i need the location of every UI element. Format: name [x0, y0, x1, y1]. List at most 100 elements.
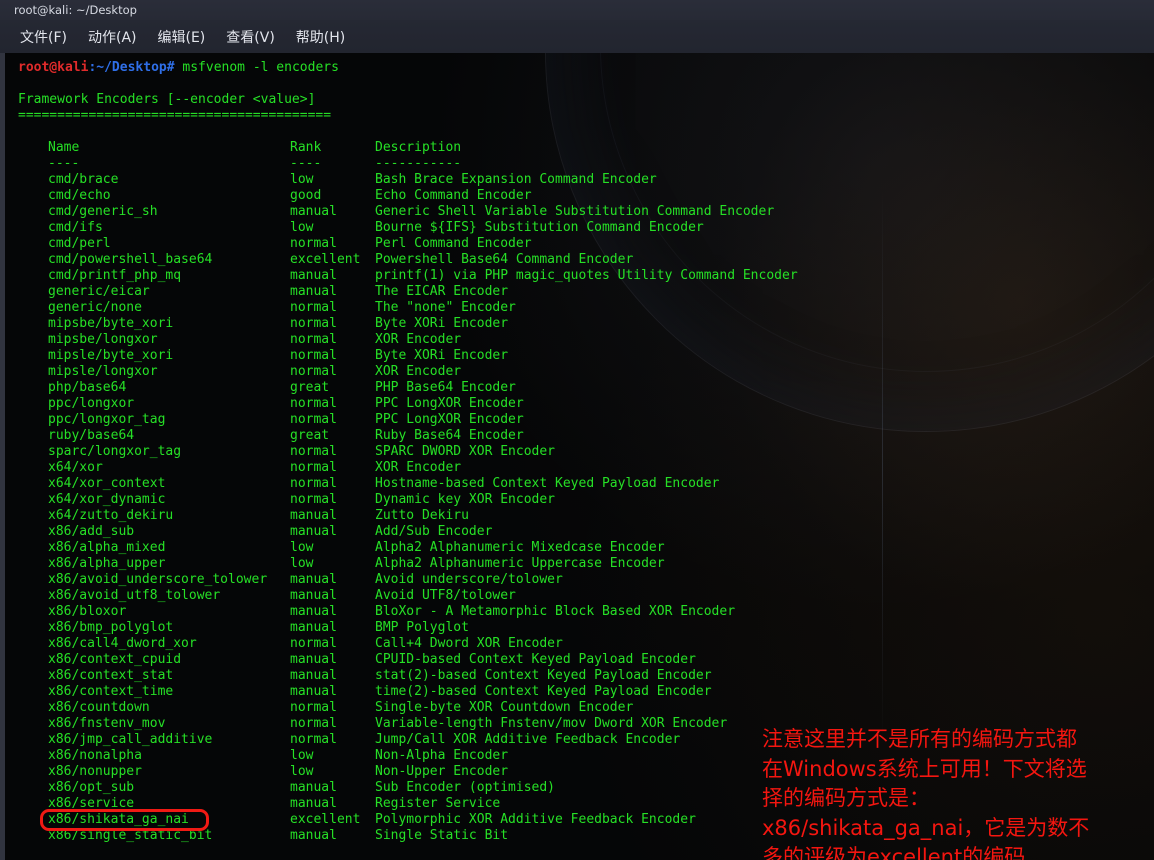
cell-description: Avoid underscore/tolower [375, 572, 563, 587]
cell-rank: normal [290, 716, 337, 731]
cell-rank: normal [290, 476, 337, 491]
menu-view[interactable]: 查看(V) [217, 25, 284, 49]
cell-rank: manual [290, 284, 337, 299]
cell-rank: normal [290, 348, 337, 363]
cell-rank: manual [290, 796, 337, 811]
cell-rank: normal [290, 332, 337, 347]
cell-name: generic/none [48, 300, 142, 315]
cell-name: sparc/longxor_tag [48, 444, 182, 459]
cell-rank: low [290, 220, 314, 235]
prompt-user-host: root@kali [18, 60, 89, 75]
cell-description: Powershell Base64 Command Encoder [375, 252, 634, 267]
cell-rank: manual [290, 620, 337, 635]
cell-rank: normal [290, 300, 337, 315]
cell-name: x86/context_time [48, 684, 174, 699]
annotation-line-3: 择的编码方式是： [762, 786, 930, 810]
cell-name: cmd/generic_sh [48, 204, 158, 219]
cell-description: stat(2)-based Context Keyed Payload Enco… [375, 668, 712, 683]
output-title-line: Framework Encoders [--encoder <value>] [18, 92, 315, 108]
cell-name: cmd/printf_php_mq [48, 268, 182, 283]
terminal-window: root@kali: ~/Desktop 文件(F) 动作(A) 编辑(E) 查看(V… [0, 0, 1154, 860]
cell-rank: manual [290, 684, 337, 699]
cell-name: x86/avoid_underscore_tolower [48, 572, 268, 587]
cell-name: x86/opt_sub [48, 780, 135, 795]
column-header-description: Description [375, 140, 462, 155]
cell-description: CPUID-based Context Keyed Payload Encode… [375, 652, 696, 667]
cell-name: x86/service [48, 796, 135, 811]
window-titlebar[interactable]: root@kali: ~/Desktop [0, 0, 1154, 20]
prompt-path: ~/Desktop [96, 60, 167, 75]
cell-name: x86/avoid_utf8_tolower [48, 588, 221, 603]
cell-name: mipsbe/longxor [48, 332, 158, 347]
cell-name: x86/countdown [48, 700, 150, 715]
cell-name: x86/context_stat [48, 668, 174, 683]
cell-rank: normal [290, 732, 337, 747]
cell-rank: manual [290, 780, 337, 795]
cell-name: cmd/echo [48, 188, 111, 203]
cell-rank: low [290, 172, 314, 187]
cell-name: x86/alpha_mixed [48, 540, 166, 555]
annotation-line-1: 注意这里并不是所有的编码方式都 [762, 727, 1077, 751]
cell-name: x86/alpha_upper [48, 556, 166, 571]
cell-rank: manual [290, 604, 337, 619]
cell-description: SPARC DWORD XOR Encoder [375, 444, 556, 459]
cell-rank: great [290, 380, 330, 395]
cell-description: BMP Polyglot [375, 620, 469, 635]
cell-rank: normal [290, 236, 337, 251]
cell-description: Single-byte XOR Countdown Encoder [375, 700, 634, 715]
annotation-line-2: 在Windows系统上可用！下文将选 [762, 756, 1087, 781]
cell-name: cmd/powershell_base64 [48, 252, 213, 267]
cell-rank: normal [290, 364, 337, 379]
cell-description: XOR Encoder [375, 364, 462, 379]
cell-rank: manual [290, 588, 337, 603]
cell-description: Variable-length Fnstenv/mov Dword XOR En… [375, 716, 728, 731]
prompt-line: root@kali:~/Desktop# msfvenom -l encoder… [18, 60, 339, 76]
cell-description: Byte XORi Encoder [375, 348, 509, 363]
terminal-body[interactable]: root@kali:~/Desktop# msfvenom -l encoder… [0, 53, 1154, 860]
prompt-symbol: # [166, 60, 183, 75]
cell-rank: normal [290, 444, 337, 459]
cell-name: x86/single_static_bit [48, 828, 213, 843]
cell-name: cmd/brace [48, 172, 119, 187]
cell-description: Ruby Base64 Encoder [375, 428, 524, 443]
cell-rank: manual [290, 652, 337, 667]
menu-actions[interactable]: 动作(A) [79, 25, 146, 49]
cell-description: Alpha2 Alphanumeric Mixedcase Encoder [375, 540, 665, 555]
cell-description: Bourne ${IFS} Substitution Command Encod… [375, 220, 704, 235]
cell-rank: good [290, 188, 322, 203]
prompt-command: msfvenom -l encoders [182, 60, 339, 75]
window-title: root@kali: ~/Desktop [14, 3, 137, 17]
output-title: Framework Encoders [--encoder <value>] [18, 92, 316, 107]
cell-name: x86/shikata_ga_nai [48, 812, 189, 827]
cell-rank: normal [290, 396, 337, 411]
cell-name: x86/context_cpuid [48, 652, 182, 667]
cell-rank: low [290, 764, 314, 779]
cell-description: BloXor - A Metamorphic Block Based XOR E… [375, 604, 736, 619]
cell-rank: excellent [290, 252, 361, 267]
menu-file[interactable]: 文件(F) [11, 25, 76, 49]
output-rule-line: ======================================== [18, 108, 331, 124]
cell-name: php/base64 [48, 380, 127, 395]
cell-description: PPC LongXOR Encoder [375, 412, 524, 427]
cell-description: Non-Alpha Encoder [375, 748, 509, 763]
menu-help[interactable]: 帮助(H) [287, 25, 354, 49]
cell-rank: normal [290, 460, 337, 475]
cell-description: Add/Sub Encoder [375, 524, 493, 539]
cell-rank: low [290, 748, 314, 763]
cell-description: PPC LongXOR Encoder [375, 396, 524, 411]
menu-edit[interactable]: 编辑(E) [149, 25, 215, 49]
cell-name: cmd/perl [48, 236, 111, 251]
cell-description: Call+4 Dword XOR Encoder [375, 636, 563, 651]
cell-name: x64/zutto_dekiru [48, 508, 174, 523]
cell-name: x86/bmp_polyglot [48, 620, 174, 635]
cell-description: time(2)-based Context Keyed Payload Enco… [375, 684, 712, 699]
cell-description: XOR Encoder [375, 332, 462, 347]
cell-description: Generic Shell Variable Substitution Comm… [375, 204, 775, 219]
cell-description: printf(1) via PHP magic_quotes Utility C… [375, 268, 798, 283]
column-underline-rank: ---- [290, 156, 322, 171]
cell-description: Perl Command Encoder [375, 236, 532, 251]
cell-name: cmd/ifs [48, 220, 103, 235]
cell-description: Polymorphic XOR Additive Feedback Encode… [375, 812, 696, 827]
cell-name: x86/call4_dword_xor [48, 636, 197, 651]
cell-name: x86/jmp_call_additive [48, 732, 213, 747]
